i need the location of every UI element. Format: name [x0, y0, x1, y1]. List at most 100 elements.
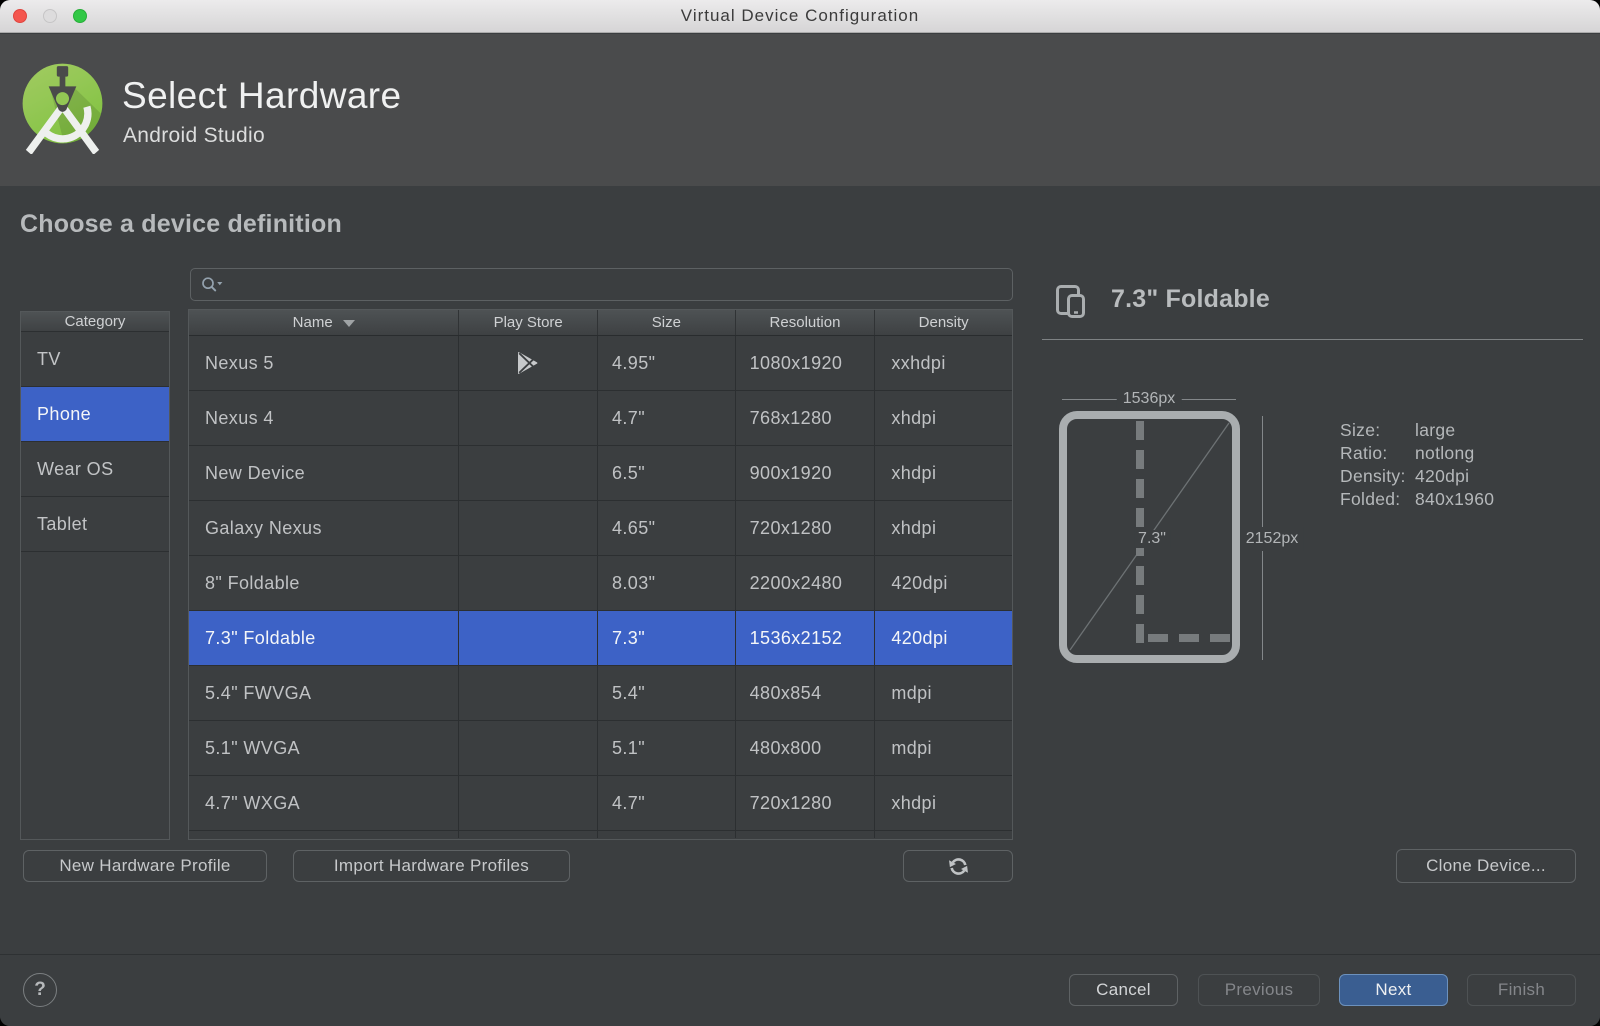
- zoom-button[interactable]: [73, 9, 87, 23]
- device-row-5.1-wvga[interactable]: 5.1" WVGA 5.1" 480x800 mdpi: [189, 721, 1012, 776]
- device-density-cell[interactable]: xxhdpi: [875, 336, 1012, 391]
- refresh-icon: [948, 857, 968, 875]
- column-header-play-store[interactable]: Play Store: [459, 310, 598, 335]
- column-header-name[interactable]: Name: [189, 310, 460, 335]
- play-store-cell[interactable]: [459, 501, 598, 556]
- device-name-cell[interactable]: 4.7" WXGA: [189, 776, 460, 831]
- partial-cell: [598, 831, 736, 838]
- device-density-cell[interactable]: mdpi: [875, 721, 1012, 776]
- import-hardware-profiles-button[interactable]: Import Hardware Profiles: [293, 850, 570, 882]
- device-size-cell[interactable]: 5.1": [597, 721, 736, 776]
- search-field[interactable]: [190, 268, 1013, 301]
- device-name-cell[interactable]: New Device: [189, 446, 460, 501]
- devices-icon: [1056, 285, 1085, 318]
- device-resolution-cell[interactable]: 1080x1920: [735, 336, 876, 391]
- device-density-cell[interactable]: mdpi: [875, 666, 1012, 721]
- device-resolution-cell[interactable]: 1536x2152: [735, 611, 876, 666]
- column-header-label: Density: [918, 314, 969, 331]
- device-name-cell[interactable]: Galaxy Nexus: [189, 501, 460, 556]
- refresh-button[interactable]: [903, 850, 1013, 882]
- device-row-nexus-5[interactable]: Nexus 5 4.95" 1080x1920 xxhdpi: [189, 336, 1012, 391]
- device-size-cell[interactable]: 5.4": [597, 666, 736, 721]
- device-name-cell[interactable]: Nexus 5: [189, 336, 460, 391]
- device-density-cell[interactable]: xhdpi: [875, 446, 1012, 501]
- device-resolution-cell[interactable]: 480x800: [735, 721, 876, 776]
- search-input[interactable]: [224, 274, 1012, 295]
- spec-density: Density: 420dpi: [1340, 465, 1494, 488]
- device-resolution-cell[interactable]: 768x1280: [735, 391, 876, 446]
- play-store-cell[interactable]: [459, 666, 598, 721]
- content-area: Choose a device definition Category TV Ph…: [0, 186, 1600, 954]
- play-store-cell[interactable]: [459, 336, 598, 391]
- spec-value: 420dpi: [1415, 466, 1470, 486]
- category-item-phone[interactable]: Phone: [21, 387, 169, 442]
- footer-bar: ? Cancel Previous Next Finish: [0, 954, 1600, 1026]
- device-name-cell[interactable]: 7.3" Foldable: [189, 611, 460, 666]
- column-header-resolution[interactable]: Resolution: [736, 310, 876, 335]
- device-specs: Size: large Ratio: notlong Density: 420dpi Fol…: [1340, 419, 1494, 511]
- device-name-cell[interactable]: 5.1" WVGA: [189, 721, 460, 776]
- device-size-cell[interactable]: 8.03": [597, 556, 736, 611]
- device-resolution-cell[interactable]: 900x1920: [735, 446, 876, 501]
- device-size-cell[interactable]: 4.7": [597, 776, 736, 831]
- device-name-cell[interactable]: 5.4" FWVGA: [189, 666, 460, 721]
- device-size-cell[interactable]: 7.3": [597, 611, 736, 666]
- play-store-icon: [518, 352, 538, 374]
- device-resolution-cell[interactable]: 480x854: [735, 666, 876, 721]
- spec-value: notlong: [1415, 443, 1475, 463]
- device-row-8-foldable[interactable]: 8" Foldable 8.03" 2200x2480 420dpi: [189, 556, 1012, 611]
- play-store-cell[interactable]: [459, 721, 598, 776]
- category-item-tablet[interactable]: Tablet: [21, 497, 169, 552]
- new-hardware-profile-button[interactable]: New Hardware Profile: [23, 850, 267, 882]
- device-density-cell[interactable]: xhdpi: [875, 776, 1012, 831]
- close-button[interactable]: [13, 9, 27, 23]
- device-resolution-cell[interactable]: 720x1280: [735, 776, 876, 831]
- play-store-cell[interactable]: [459, 446, 598, 501]
- next-button[interactable]: Next: [1339, 974, 1448, 1006]
- play-store-cell[interactable]: [459, 391, 598, 446]
- spec-ratio: Ratio: notlong: [1340, 442, 1494, 465]
- device-row-new-device[interactable]: New Device 6.5" 900x1920 xhdpi: [189, 446, 1012, 501]
- device-resolution-cell[interactable]: 2200x2480: [735, 556, 876, 611]
- device-row-5.4-fwvga[interactable]: 5.4" FWVGA 5.4" 480x854 mdpi: [189, 666, 1012, 721]
- titlebar: Virtual Device Configuration: [0, 0, 1600, 33]
- play-store-cell[interactable]: [459, 611, 598, 666]
- wizard-header: Select Hardware Android Studio: [0, 34, 1600, 186]
- sort-descending-icon: [342, 320, 355, 327]
- device-density-cell[interactable]: 420dpi: [875, 556, 1012, 611]
- help-button[interactable]: ?: [23, 973, 57, 1007]
- device-row-4.7-wxga[interactable]: 4.7" WXGA 4.7" 720x1280 xhdpi: [189, 776, 1012, 831]
- clone-device-button[interactable]: Clone Device...: [1396, 849, 1576, 883]
- previous-button[interactable]: Previous: [1198, 974, 1320, 1006]
- device-name-cell[interactable]: Nexus 4: [189, 391, 460, 446]
- device-size-cell[interactable]: 4.95": [597, 336, 736, 391]
- device-density-cell[interactable]: xhdpi: [875, 391, 1012, 446]
- device-size-cell[interactable]: 6.5": [597, 446, 736, 501]
- minimize-button[interactable]: [43, 9, 57, 23]
- play-store-cell[interactable]: [459, 556, 598, 611]
- device-density-cell[interactable]: xhdpi: [875, 501, 1012, 556]
- device-density-cell[interactable]: 420dpi: [875, 611, 1012, 666]
- play-store-cell[interactable]: [459, 776, 598, 831]
- device-row-galaxy-nexus[interactable]: Galaxy Nexus 4.65" 720x1280 xhdpi: [189, 501, 1012, 556]
- device-height-label: 2152px: [1240, 527, 1304, 551]
- device-row-nexus-4[interactable]: Nexus 4 4.7" 768x1280 xhdpi: [189, 391, 1012, 446]
- partial-cell: [459, 831, 598, 838]
- device-name-cell[interactable]: 8" Foldable: [189, 556, 460, 611]
- column-header-size[interactable]: Size: [598, 310, 736, 335]
- device-size-cell[interactable]: 4.65": [597, 501, 736, 556]
- finish-button[interactable]: Finish: [1467, 974, 1576, 1006]
- search-icon[interactable]: [200, 276, 224, 294]
- column-header-density[interactable]: Density: [875, 310, 1012, 335]
- category-item-tv[interactable]: TV: [21, 332, 169, 387]
- spec-folded: Folded: 840x1960: [1340, 488, 1494, 511]
- device-row-7.3-foldable[interactable]: 7.3" Foldable 7.3" 1536x2152 420dpi: [189, 611, 1012, 666]
- cancel-button[interactable]: Cancel: [1069, 974, 1178, 1006]
- spec-value: 840x1960: [1415, 489, 1495, 509]
- panel-separator: [1042, 339, 1583, 340]
- device-size-cell[interactable]: 4.7": [597, 391, 736, 446]
- device-resolution-cell[interactable]: 720x1280: [735, 501, 876, 556]
- category-item-wear-os[interactable]: Wear OS: [21, 442, 169, 497]
- category-column-header: Category: [21, 312, 169, 332]
- spec-size: Size: large: [1340, 419, 1494, 442]
